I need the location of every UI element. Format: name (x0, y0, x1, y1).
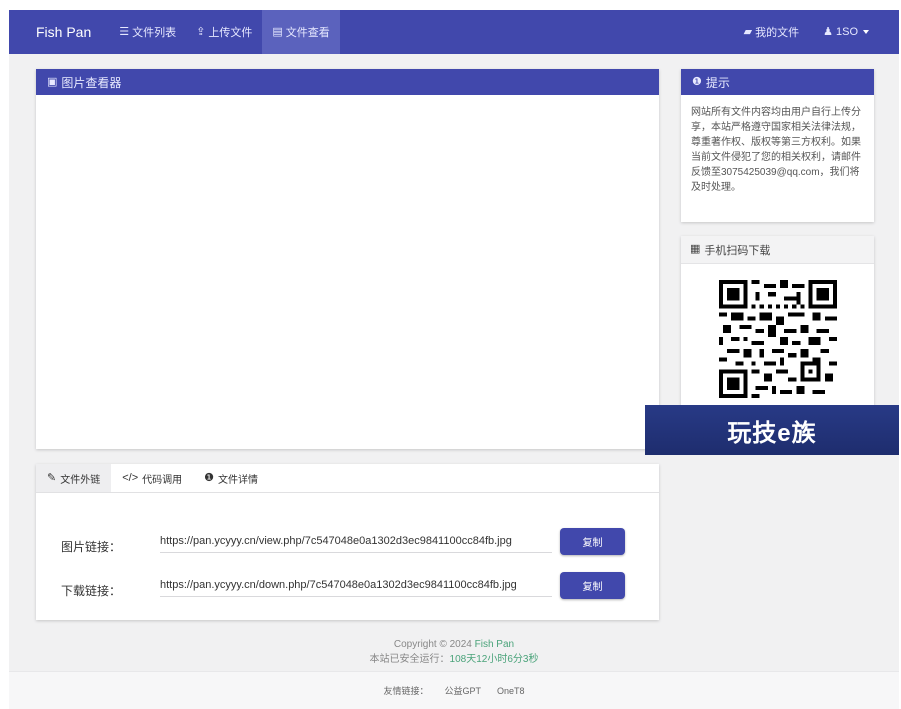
image-viewer-title: 图片查看器 (61, 75, 122, 90)
user-name: 1SO (835, 26, 858, 38)
tips-text: 网站所有文件内容均由用户自行上传分享，本站严格遵守国家相关法律法规，尊重著作权、… (691, 107, 861, 193)
friend-link-gpt[interactable]: 公益GPT (444, 684, 481, 697)
copy-download-link-button[interactable]: 复制 (560, 572, 625, 599)
friend-link-onet8[interactable]: OneT8 (497, 686, 525, 696)
top-navbar: Fish Pan ☰ 文件列表 ⇪ 上传文件 ▤ 文件查看 ▰ 我的文件 ♟ 1… (9, 10, 899, 54)
tab-file-links-label: 文件外链 (60, 474, 101, 486)
friend-links-bar: 友情链接： 公益GPT OneT8 (9, 671, 899, 709)
image-link-row: 图片链接： https://pan.ycyyy.cn/view.php/7c54… (36, 528, 659, 558)
footer-brand-link[interactable]: Fish Pan (475, 639, 514, 650)
copy-image-link-button[interactable]: 复制 (560, 528, 625, 555)
qr-title: 手机扫码下载 (704, 244, 771, 257)
bell-user-icon: ♟ (823, 25, 833, 38)
info-circle-icon: ❶ (692, 75, 702, 88)
file-icon: ▤ (272, 25, 283, 38)
brand-logo[interactable]: Fish Pan (36, 24, 91, 40)
tab-bar: ✎ 文件外链 </> 代码调用 ❶ 文件详情 (36, 464, 659, 493)
tips-header: ❶ 提示 (681, 69, 874, 95)
page-frame: Fish Pan ☰ 文件列表 ⇪ 上传文件 ▤ 文件查看 ▰ 我的文件 ♟ 1… (9, 10, 899, 709)
qr-code-image (719, 280, 837, 398)
file-links-panel: ✎ 文件外链 </> 代码调用 ❶ 文件详情 图片链接： https://pan… (36, 464, 659, 620)
download-link-row: 下载链接： https://pan.ycyyy.cn/down.php/7c54… (36, 572, 659, 602)
download-link-field[interactable]: https://pan.ycyyy.cn/down.php/7c547048e0… (160, 575, 552, 597)
link-icon: ✎ (47, 471, 57, 484)
nav-file-view-label: 文件查看 (285, 27, 330, 39)
tips-title: 提示 (705, 75, 730, 90)
tab-file-links[interactable]: ✎ 文件外链 (36, 464, 112, 492)
image-link-field[interactable]: https://pan.ycyyy.cn/view.php/7c547048e0… (160, 531, 552, 553)
copyright-text: Copyright © 2024 (393, 639, 472, 650)
nav-file-view[interactable]: ▤ 文件查看 (262, 10, 340, 54)
nav-my-files-label: 我的文件 (755, 27, 800, 39)
image-viewer-canvas (36, 95, 659, 449)
tips-panel: ❶ 提示 网站所有文件内容均由用户自行上传分享，本站严格遵守国家相关法律法规，尊… (681, 69, 874, 222)
friend-links-label: 友情链接： (383, 686, 429, 696)
tab-code-label: 代码调用 (142, 474, 183, 486)
info-icon: ❶ (204, 471, 214, 484)
qrcode-icon: ▦ (690, 243, 701, 255)
image-link-label: 图片链接： (61, 540, 122, 554)
nav-my-files[interactable]: ▰ 我的文件 (732, 10, 811, 54)
uptime-value: 108天12小时6分3秒 (449, 654, 539, 665)
image-viewer-panel: ▣ 图片查看器 (36, 69, 659, 449)
copyright-footer: Copyright © 2024 Fish Pan 本站已安全运行：108天12… (9, 637, 899, 667)
nav-upload-label: 上传文件 (208, 27, 253, 39)
nav-right: ▰ 我的文件 ♟ 1SO (732, 10, 881, 54)
tab-code[interactable]: </> 代码调用 (111, 464, 193, 492)
list-icon: ☰ (119, 25, 130, 38)
code-icon: </> (122, 471, 139, 484)
nav-file-list-label: 文件列表 (132, 27, 177, 39)
folder-icon: ▰ (743, 25, 753, 38)
nav-upload[interactable]: ⇪ 上传文件 (186, 10, 262, 54)
nav-file-list[interactable]: ☰ 文件列表 (109, 10, 186, 54)
user-menu[interactable]: ♟ 1SO (811, 10, 881, 54)
qr-header: ▦ 手机扫码下载 (681, 236, 874, 264)
image-icon: ▣ (47, 75, 58, 88)
tab-file-details-label: 文件详情 (218, 474, 258, 486)
uptime-label: 本站已安全运行： (369, 654, 450, 665)
watermark-banner: 玩技e族 (645, 405, 899, 455)
image-viewer-header: ▣ 图片查看器 (36, 69, 659, 95)
caret-down-icon (863, 30, 869, 34)
tab-file-details[interactable]: ❶ 文件详情 (193, 464, 269, 492)
upload-icon: ⇪ (196, 25, 206, 38)
qr-panel: ▦ 手机扫码下载 (681, 236, 874, 416)
watermark-text: 玩技e族 (727, 419, 817, 447)
download-link-label: 下载链接： (61, 584, 122, 598)
